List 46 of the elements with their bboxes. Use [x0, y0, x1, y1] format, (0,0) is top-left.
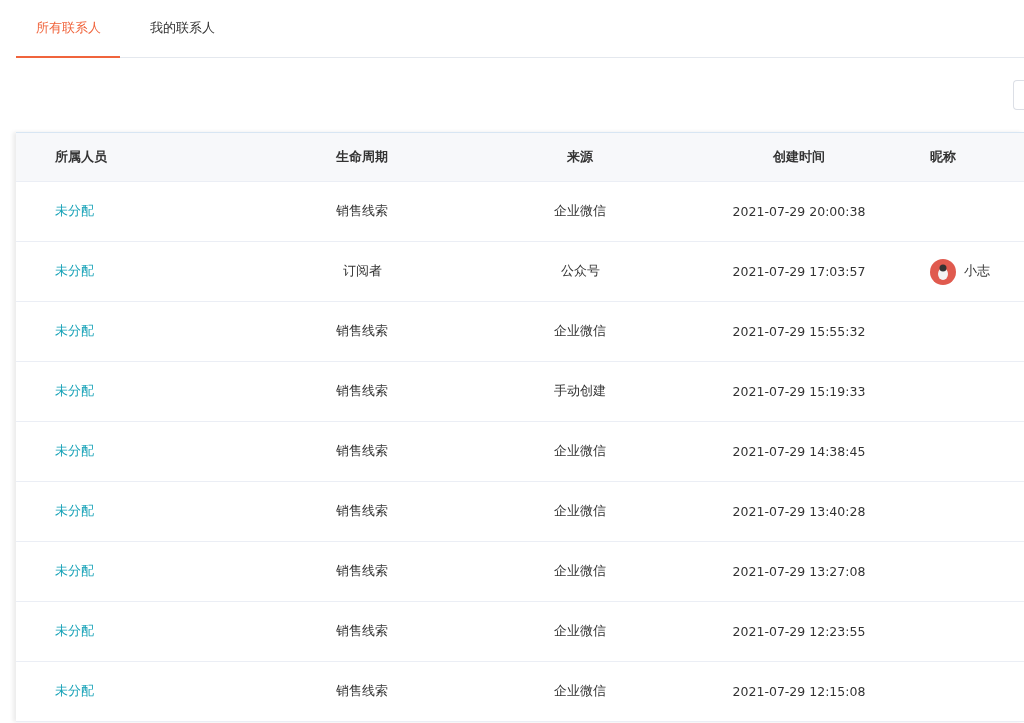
- owner-link[interactable]: 未分配: [55, 443, 94, 458]
- table-cell: 销售线索: [336, 563, 388, 578]
- table-cell: 2021-07-29 15:19:33: [732, 384, 866, 399]
- owner-link[interactable]: 未分配: [55, 203, 94, 218]
- column-header: 生命周期: [336, 148, 388, 164]
- table-cell: 销售线索: [336, 683, 388, 698]
- table-cell: 企业微信: [554, 683, 606, 698]
- table-cell: 企业微信: [554, 503, 606, 518]
- tab[interactable]: 所有联系人: [16, 0, 120, 58]
- table-cell: 销售线索: [336, 623, 388, 638]
- owner-link[interactable]: 未分配: [55, 383, 94, 398]
- table-cell: 销售线索: [336, 203, 388, 218]
- table-cell: 小志: [964, 263, 990, 280]
- table-cell: 企业微信: [554, 203, 606, 218]
- toolbar-button[interactable]: [1013, 80, 1024, 110]
- column-header: 创建时间: [773, 148, 825, 164]
- table-cell: 企业微信: [554, 323, 606, 338]
- tab[interactable]: 我的联系人: [130, 0, 234, 58]
- table-cell: 2021-07-29 13:27:08: [732, 564, 866, 579]
- table-cell: 销售线索: [336, 383, 388, 398]
- table-cell: 销售线索: [336, 323, 388, 338]
- table-cell: 企业微信: [554, 563, 606, 578]
- owner-link[interactable]: 未分配: [55, 623, 94, 638]
- owner-link[interactable]: 未分配: [55, 503, 94, 518]
- table-cell: 企业微信: [554, 443, 606, 458]
- table-cell: 销售线索: [336, 503, 388, 518]
- table-cell: 2021-07-29 14:38:45: [732, 444, 866, 459]
- table-cell: 订阅者: [342, 263, 382, 278]
- column-header: 所属人员: [55, 148, 107, 164]
- table-cell: 2021-07-29 13:40:28: [732, 504, 866, 519]
- column-header: 来源: [567, 148, 593, 164]
- owner-link[interactable]: 未分配: [55, 563, 94, 578]
- owner-link[interactable]: 未分配: [55, 263, 94, 278]
- table-cell: 2021-07-29 17:03:57: [732, 264, 866, 279]
- table-cell: 企业微信: [554, 623, 606, 638]
- avatar-icon: [930, 258, 956, 285]
- owner-link[interactable]: 未分配: [55, 323, 94, 338]
- table-cell: 2021-07-29 20:00:38: [732, 204, 866, 219]
- table-cell: 手动创建: [554, 383, 606, 398]
- owner-link[interactable]: 未分配: [55, 683, 94, 698]
- table-cell: 2021-07-29 12:15:08: [732, 684, 866, 699]
- table-cell: 销售线索: [336, 443, 388, 458]
- column-header: 昵称: [930, 148, 956, 164]
- table-cell: 公众号: [560, 263, 600, 278]
- table-cell: 2021-07-29 15:55:32: [732, 324, 866, 339]
- table-cell: 2021-07-29 12:23:55: [732, 624, 866, 639]
